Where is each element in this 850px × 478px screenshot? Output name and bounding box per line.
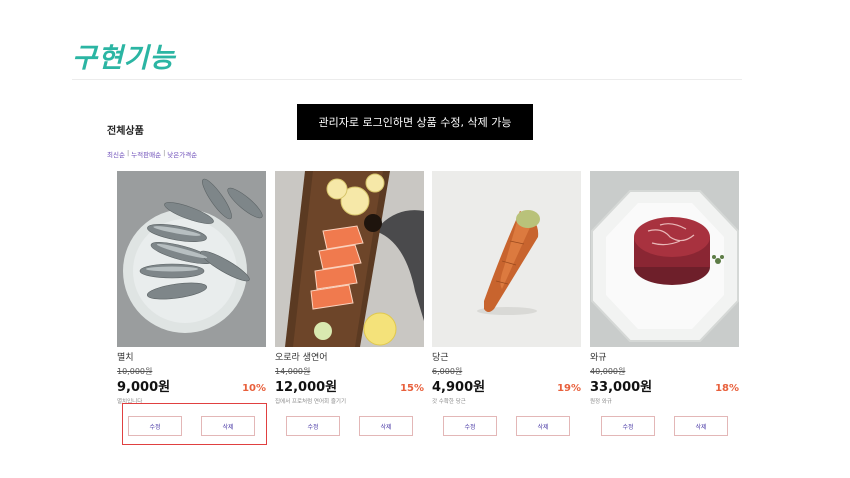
product-name[interactable]: 와규 [590, 350, 739, 363]
original-price: 14,000원 [275, 367, 311, 376]
product-name[interactable]: 당근 [432, 350, 581, 363]
discount-rate: 15% [400, 383, 424, 394]
edit-button[interactable]: 수정 [443, 416, 497, 436]
discount-rate: 18% [715, 383, 739, 394]
slide-title: 구현기능 [72, 43, 176, 74]
sale-price: 33,000원 [590, 380, 653, 395]
original-price: 6,000원 [432, 367, 463, 376]
discount-rate: 10% [242, 383, 266, 394]
product-description: 갓 수확한 당근 [432, 399, 466, 405]
product-card[interactable]: 와규 40,000원 33,000원 18% 원정 와규 수정 삭제 [590, 171, 739, 436]
sort-option-latest[interactable]: 최신순 [107, 149, 125, 159]
product-card[interactable]: 당근 6,000원 4,900원 19% 갓 수확한 당근 수정 삭제 [432, 171, 581, 436]
edit-button[interactable]: 수정 [286, 416, 340, 436]
sale-price: 9,000원 [117, 380, 171, 395]
title-divider [72, 79, 742, 80]
original-price: 10,000원 [117, 367, 153, 376]
sort-option-lowest-price[interactable]: 낮은가격순 [167, 149, 197, 159]
sort-separator: | [126, 149, 130, 157]
edit-button[interactable]: 수정 [601, 416, 655, 436]
original-price: 40,000원 [590, 367, 626, 376]
delete-button[interactable]: 삭제 [674, 416, 728, 436]
product-description: 집에서 프로처럼 연어회 즐기기 [275, 399, 347, 405]
sort-separator: | [163, 149, 166, 157]
sort-bar: 최신순 | 누적판매순 | 낮은가격순 [107, 149, 197, 159]
sale-price: 12,000원 [275, 380, 338, 395]
sort-option-best-selling[interactable]: 누적판매순 [131, 149, 161, 159]
product-description: 원정 와규 [590, 399, 612, 405]
product-image-anchovy[interactable] [117, 171, 266, 347]
product-image-salmon[interactable] [275, 171, 424, 347]
product-name[interactable]: 오로라 생연어 [275, 350, 424, 363]
discount-rate: 19% [557, 383, 581, 394]
product-image-wagyu[interactable] [590, 171, 739, 347]
product-card[interactable]: 오로라 생연어 14,000원 12,000원 15% 집에서 프로처럼 연어회… [275, 171, 424, 436]
delete-button[interactable]: 삭제 [516, 416, 570, 436]
sale-price: 4,900원 [432, 380, 486, 395]
admin-callout: 관리자로 로그인하면 상품 수정, 삭제 가능 [297, 104, 533, 140]
delete-button[interactable]: 삭제 [359, 416, 413, 436]
section-title: 전체상품 [107, 126, 144, 137]
admin-buttons-highlight [122, 403, 267, 445]
product-card[interactable]: 멸치 10,000원 9,000원 10% 멸치입니다 수정 삭제 [117, 171, 266, 436]
product-name[interactable]: 멸치 [117, 350, 266, 363]
product-image-carrot[interactable] [432, 171, 581, 347]
